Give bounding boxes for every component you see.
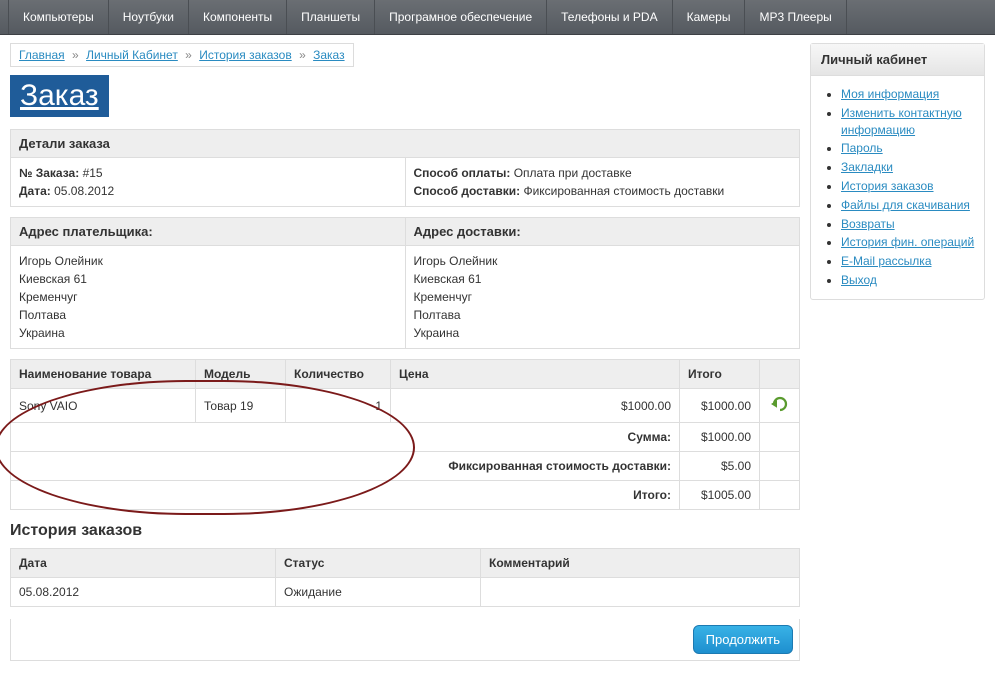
item-price: $1000.00	[391, 389, 680, 423]
breadcrumb-sep: »	[72, 48, 79, 62]
order-history-table: Дата Статус Комментарий 05.08.2012 Ожида…	[10, 548, 800, 607]
breadcrumb-account[interactable]: Личный Кабинет	[86, 48, 178, 62]
col-name: Наименование товара	[11, 360, 196, 389]
order-date-value: 05.08.2012	[54, 184, 114, 198]
order-history-title: История заказов	[10, 522, 800, 540]
order-no-value: #15	[83, 166, 103, 180]
addr-line: Кременчуг	[414, 288, 792, 306]
col-price: Цена	[391, 360, 680, 389]
col-actions	[760, 360, 800, 389]
sidebar-link-edit-contact[interactable]: Изменить контактную информацию	[841, 106, 962, 137]
nav-item-software[interactable]: Програмное обеспечение	[375, 0, 547, 34]
addr-line: Полтава	[19, 306, 397, 324]
sidebar-link-order-history[interactable]: История заказов	[841, 179, 934, 193]
item-model: Товар 19	[196, 389, 286, 423]
hist-col-status: Статус	[276, 549, 481, 578]
ship-address: Игорь Олейник Киевская 61 Кременчуг Полт…	[405, 246, 800, 348]
addr-line: Игорь Олейник	[414, 252, 792, 270]
history-row: 05.08.2012 Ожидание	[11, 578, 800, 607]
reorder-icon[interactable]	[771, 396, 789, 412]
hist-col-date: Дата	[11, 549, 276, 578]
subtotal-value: $1000.00	[680, 423, 760, 452]
grand-total-value: $1005.00	[680, 481, 760, 510]
order-meta-right: Способ оплаты: Оплата при доставке Спосо…	[405, 158, 800, 206]
order-items-table: Наименование товара Модель Количество Це…	[10, 359, 800, 510]
col-qty: Количество	[286, 360, 391, 389]
history-status: Ожидание	[276, 578, 481, 607]
account-links-list: Моя информация Изменить контактную инфор…	[813, 86, 978, 289]
item-total: $1000.00	[680, 389, 760, 423]
account-sidebar-box: Личный кабинет Моя информация Изменить к…	[810, 43, 985, 300]
item-name: Sony VAIO	[11, 389, 196, 423]
breadcrumb-sep: »	[185, 48, 192, 62]
totals-row: Итого: $1005.00	[11, 481, 800, 510]
nav-item-cameras[interactable]: Камеры	[673, 0, 746, 34]
hist-col-comment: Комментарий	[481, 549, 800, 578]
addr-line: Киевская 61	[414, 270, 792, 288]
addr-line: Полтава	[414, 306, 792, 324]
addr-line: Киевская 61	[19, 270, 397, 288]
breadcrumb-order[interactable]: Заказ	[313, 48, 344, 62]
sidebar-link-my-info[interactable]: Моя информация	[841, 87, 939, 101]
totals-row: Сумма: $1000.00	[11, 423, 800, 452]
nav-item-tablets[interactable]: Планшеты	[287, 0, 375, 34]
addr-line: Игорь Олейник	[19, 252, 397, 270]
payer-address-header: Адрес плательщика:	[11, 218, 405, 245]
addr-line: Украина	[414, 324, 792, 342]
order-meta-left: № Заказа: #15 Дата: 05.08.2012	[11, 158, 405, 206]
pay-method-label: Способ оплаты:	[414, 166, 511, 180]
breadcrumb-order-history[interactable]: История заказов	[199, 48, 292, 62]
nav-item-laptops[interactable]: Ноутбуки	[109, 0, 189, 34]
col-total: Итого	[680, 360, 760, 389]
shipping-label: Фиксированная стоимость доставки:	[448, 459, 671, 473]
addr-line: Кременчуг	[19, 288, 397, 306]
history-comment	[481, 578, 800, 607]
items-header-row: Наименование товара Модель Количество Це…	[11, 360, 800, 389]
sidebar-link-wishlist[interactable]: Закладки	[841, 160, 893, 174]
order-date-label: Дата:	[19, 184, 51, 198]
totals-row: Фиксированная стоимость доставки: $5.00	[11, 452, 800, 481]
col-model: Модель	[196, 360, 286, 389]
history-date: 05.08.2012	[11, 578, 276, 607]
nav-item-phones[interactable]: Телефоны и PDA	[547, 0, 672, 34]
nav-item-mp3[interactable]: MP3 Плееры	[745, 0, 846, 34]
ship-address-header: Адрес доставки:	[405, 218, 800, 245]
breadcrumb-home[interactable]: Главная	[19, 48, 65, 62]
payer-address: Игорь Олейник Киевская 61 Кременчуг Полт…	[11, 246, 405, 348]
ship-method-label: Способ доставки:	[414, 184, 521, 198]
sidebar-link-password[interactable]: Пароль	[841, 141, 883, 155]
button-row: Продолжить	[10, 619, 800, 661]
page-title: Заказ	[10, 75, 109, 117]
sidebar-link-returns[interactable]: Возвраты	[841, 217, 895, 231]
account-sidebar-header: Личный кабинет	[811, 44, 984, 76]
grand-total-label: Итого:	[633, 488, 671, 502]
order-details-box: Детали заказа № Заказа: #15 Дата: 05.08.…	[10, 129, 800, 207]
subtotal-label: Сумма:	[628, 430, 671, 444]
item-row: Sony VAIO Товар 19 1 $1000.00 $1000.00	[11, 389, 800, 423]
nav-item-computers[interactable]: Компьютеры	[8, 0, 109, 34]
top-navigation: Компьютеры Ноутбуки Компоненты Планшеты …	[0, 0, 995, 35]
pay-method-value: Оплата при доставке	[514, 166, 632, 180]
breadcrumb: Главная » Личный Кабинет » История заказ…	[10, 43, 354, 67]
shipping-value: $5.00	[680, 452, 760, 481]
addr-line: Украина	[19, 324, 397, 342]
top-nav-list: Компьютеры Ноутбуки Компоненты Планшеты …	[8, 0, 987, 34]
breadcrumb-sep: »	[299, 48, 306, 62]
ship-method-value: Фиксированная стоимость доставки	[523, 184, 724, 198]
sidebar-link-downloads[interactable]: Файлы для скачивания	[841, 198, 970, 212]
nav-item-components[interactable]: Компоненты	[189, 0, 287, 34]
sidebar-link-newsletter[interactable]: E-Mail рассылка	[841, 254, 932, 268]
order-no-label: № Заказа:	[19, 166, 79, 180]
sidebar-link-transactions[interactable]: История фин. операций	[841, 235, 974, 249]
addresses-box: Адрес плательщика: Адрес доставки: Игорь…	[10, 217, 800, 349]
continue-button[interactable]: Продолжить	[693, 625, 793, 654]
sidebar-link-logout[interactable]: Выход	[841, 273, 877, 287]
order-details-header: Детали заказа	[11, 130, 799, 158]
item-qty: 1	[286, 389, 391, 423]
